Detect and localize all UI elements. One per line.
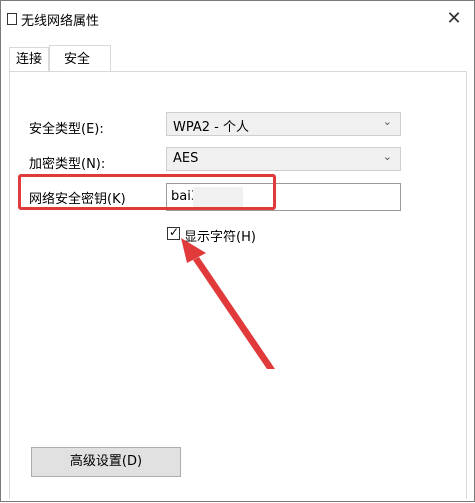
security-type-value: WPA2 - 个人 [173,120,249,135]
show-characters-checkbox[interactable]: ✓ [167,225,180,240]
window-icon [7,13,17,25]
window-title: 无线网络属性 [21,14,100,29]
show-characters-label: 显示字符(H) [184,230,256,245]
checkmark-icon: ✓ [169,225,180,239]
tab-connection[interactable]: 连接 [9,47,49,71]
encryption-type-label: 加密类型(N): [29,157,106,172]
tab-security[interactable]: 安全 [49,45,111,71]
encryption-type-value: AES [173,151,199,166]
encryption-type-select[interactable]: AES ⌄ [166,147,401,171]
security-type-select[interactable]: WPA2 - 个人 ⌄ [166,112,401,136]
wireless-properties-dialog: 无线网络属性 ✕ 连接 安全 安全类型(E): WPA2 - 个人 ⌄ 加密类型… [0,0,475,502]
chevron-down-icon: ⌄ [382,115,392,128]
close-button[interactable]: ✕ [434,1,474,35]
advanced-settings-button[interactable]: 高级设置(D) [31,447,181,477]
security-type-label: 安全类型(E): [29,122,104,137]
close-icon: ✕ [446,7,462,29]
annotation-highlight-box [18,174,276,210]
title-bar: 无线网络属性 ✕ [1,1,474,35]
chevron-down-icon: ⌄ [382,150,392,163]
